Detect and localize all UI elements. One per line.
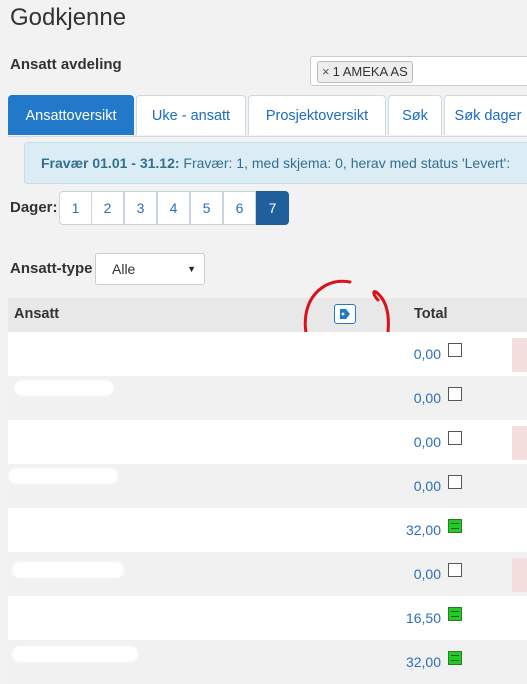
day-page-6[interactable]: 6: [223, 191, 256, 225]
chip-label: 1 AMEKA AS: [332, 64, 408, 79]
page-title: Godkjenne: [10, 4, 127, 31]
tab-prosjektoversikt[interactable]: Prosjektoversikt: [248, 95, 386, 135]
tabs-divider: [8, 136, 527, 137]
status-indicator: [512, 338, 527, 372]
column-header-employee[interactable]: Ansatt: [14, 306, 59, 322]
day-page-4[interactable]: 4: [157, 191, 190, 225]
row-total[interactable]: 0,00: [373, 346, 441, 362]
tab-uke-ansatt[interactable]: Uke - ansatt: [136, 95, 246, 135]
redacted-name: [8, 344, 48, 360]
employee-type-label: Ansatt-type: [10, 260, 93, 277]
redacted-name: [14, 380, 114, 396]
day-page-1[interactable]: 1: [59, 191, 92, 225]
table-row[interactable]: 0,00: [8, 420, 527, 464]
employee-type-select[interactable]: Alle ▼: [95, 253, 205, 285]
filled-note-icon[interactable]: [448, 607, 462, 621]
tag-icon[interactable]: [334, 304, 356, 324]
column-header-total[interactable]: Total: [414, 306, 448, 322]
table-row[interactable]: 32,00: [8, 508, 527, 552]
row-total[interactable]: 0,00: [373, 390, 441, 406]
table-row[interactable]: 0,00: [8, 552, 527, 596]
absence-info-title: Fravær 01.01 - 31.12:: [41, 155, 180, 171]
tab-sok-dager[interactable]: Søk dager: [444, 95, 527, 135]
table-row[interactable]: 32,00: [8, 640, 527, 684]
day-page-5[interactable]: 5: [190, 191, 223, 225]
redacted-name: [12, 608, 58, 624]
table-row[interactable]: 0,00: [8, 376, 527, 420]
tab-ansattoversikt[interactable]: Ansattoversikt: [8, 95, 134, 135]
row-total[interactable]: 16,50: [373, 610, 441, 626]
employee-type-value: Alle: [112, 261, 136, 277]
row-total[interactable]: 0,00: [373, 478, 441, 494]
table-row[interactable]: 0,00: [8, 464, 527, 508]
status-indicator: [512, 558, 527, 592]
empty-note-icon[interactable]: [448, 343, 462, 357]
empty-note-icon[interactable]: [448, 475, 462, 489]
empty-note-icon[interactable]: [448, 563, 462, 577]
absence-info-text: Fravær: 1, med skjema: 0, herav med stat…: [183, 155, 511, 171]
filled-note-icon[interactable]: [448, 651, 462, 665]
table-row[interactable]: 16,50: [8, 596, 527, 640]
filled-note-icon[interactable]: [448, 519, 462, 533]
day-page-3[interactable]: 3: [124, 191, 157, 225]
row-total[interactable]: 0,00: [373, 566, 441, 582]
caret-down-icon: ▼: [187, 264, 196, 274]
days-label: Dager:: [10, 199, 58, 216]
table-header: Ansatt Total: [8, 298, 527, 332]
chip-remove-icon[interactable]: ×: [322, 64, 330, 79]
department-label: Ansatt avdeling: [10, 56, 122, 73]
absence-info-banner: Fravær 01.01 - 31.12: Fravær: 1, med skj…: [24, 142, 527, 184]
redacted-name: [12, 562, 124, 578]
row-total[interactable]: 0,00: [373, 434, 441, 450]
department-select[interactable]: × 1 AMEKA AS: [310, 56, 527, 86]
table-row[interactable]: 0,00: [8, 332, 527, 376]
redacted-name: [10, 432, 130, 448]
department-chip[interactable]: × 1 AMEKA AS: [317, 61, 413, 83]
row-total[interactable]: 32,00: [373, 522, 441, 538]
empty-note-icon[interactable]: [448, 431, 462, 445]
empty-note-icon[interactable]: [448, 387, 462, 401]
redacted-name: [12, 516, 152, 532]
day-page-7[interactable]: 7: [256, 191, 289, 225]
tab-sok[interactable]: Søk: [388, 95, 442, 135]
row-total[interactable]: 32,00: [373, 654, 441, 670]
day-page-2[interactable]: 2: [91, 191, 124, 225]
status-indicator: [512, 426, 527, 460]
redacted-name: [8, 468, 118, 484]
redacted-name: [12, 646, 138, 662]
